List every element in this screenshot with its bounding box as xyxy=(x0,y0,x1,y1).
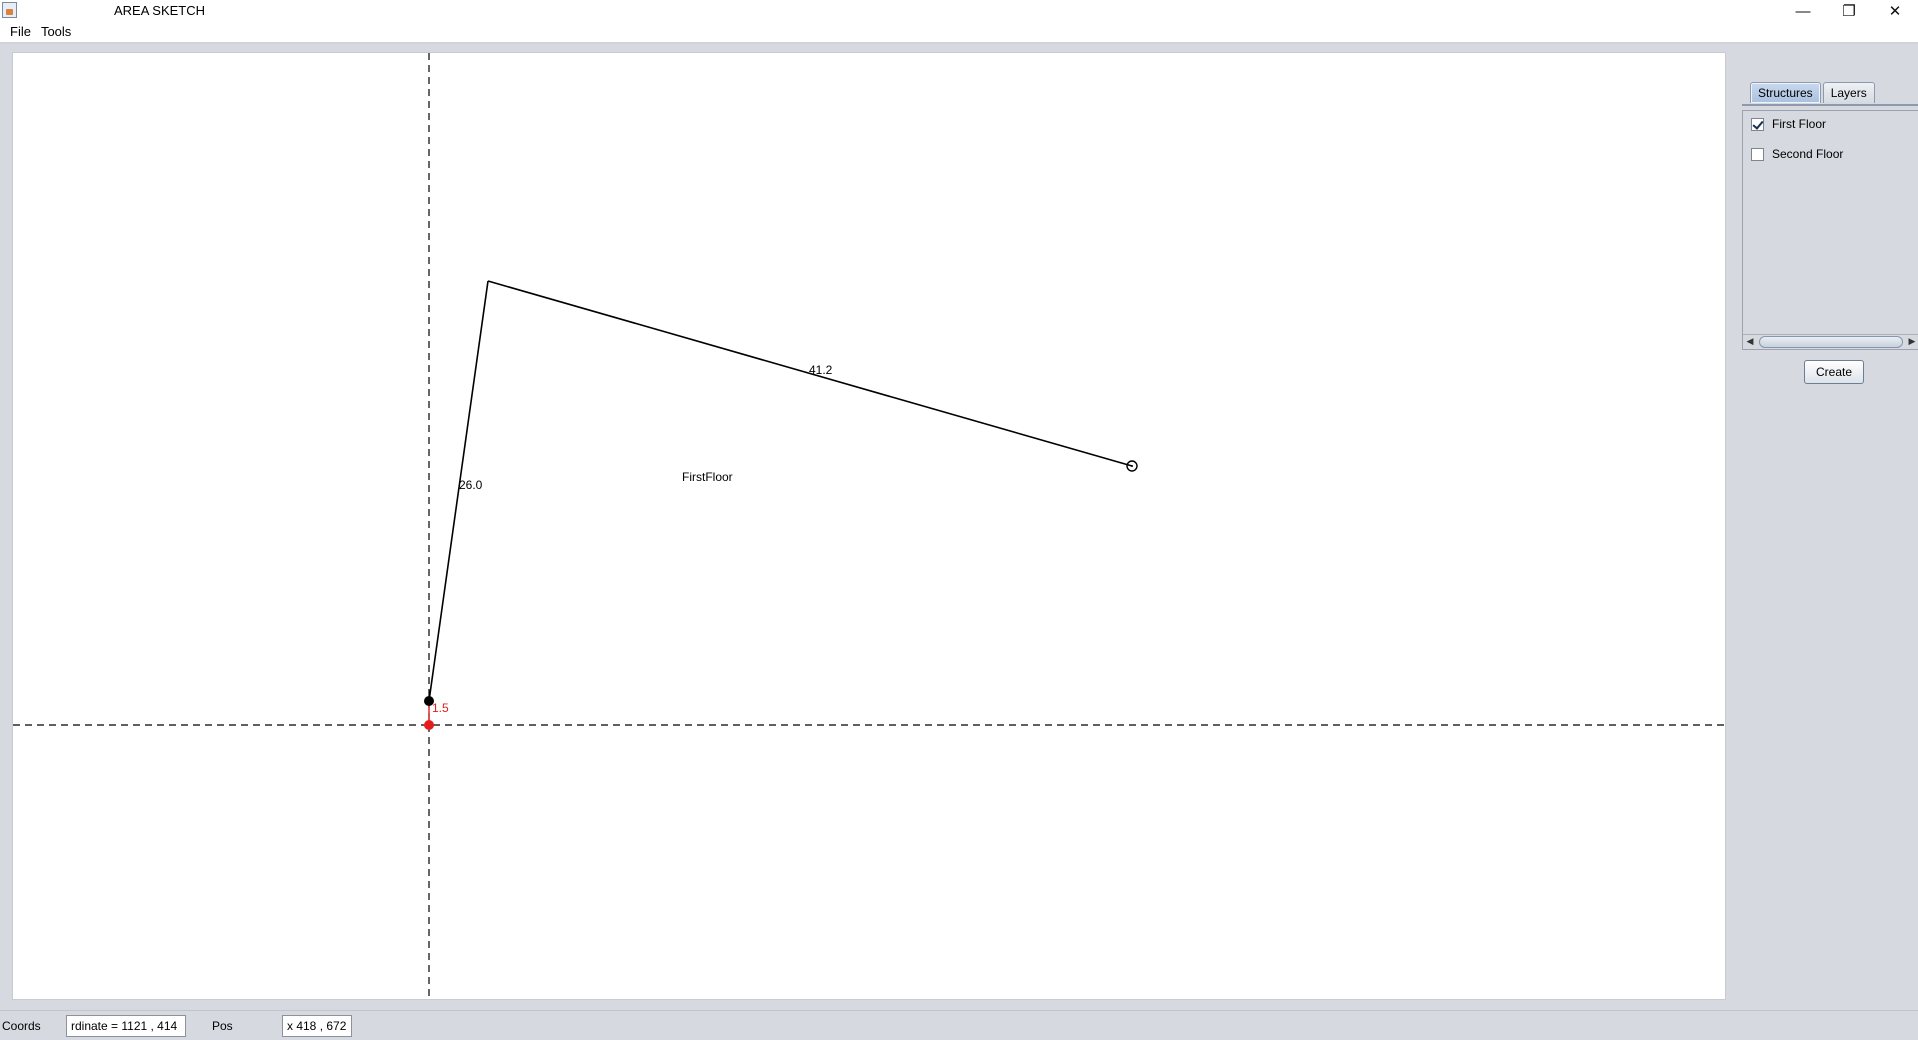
java-app-icon xyxy=(2,2,17,18)
panel-tabs: Structures Layers xyxy=(1750,82,1877,104)
structure-item-second-floor[interactable]: Second Floor xyxy=(1751,145,1843,163)
status-bar: Coords rdinate = 1121 , 414 Pos x 418 , … xyxy=(0,1010,1918,1040)
scroll-right-icon[interactable]: ▶ xyxy=(1905,335,1918,348)
create-button[interactable]: Create xyxy=(1804,360,1864,384)
tab-structures[interactable]: Structures xyxy=(1750,82,1821,103)
second-floor-checkbox[interactable] xyxy=(1751,147,1764,161)
scroll-left-icon[interactable]: ◀ xyxy=(1743,335,1757,348)
coords-label: Coords xyxy=(2,1019,41,1033)
sketch-svg xyxy=(13,53,1725,999)
structure-item-label: Second Floor xyxy=(1772,147,1844,161)
title-bar: AREA SKETCH — ❐ ✕ xyxy=(0,0,1918,22)
cursor-endpoint-center xyxy=(1131,465,1133,467)
structure-item-label: First Floor xyxy=(1772,117,1826,131)
horizontal-scrollbar[interactable]: ◀ ▶ xyxy=(1743,334,1918,349)
structure-item-first-floor[interactable]: First Floor xyxy=(1751,115,1826,133)
scroll-thumb[interactable] xyxy=(1759,336,1903,348)
close-button[interactable]: ✕ xyxy=(1872,0,1918,22)
menu-file[interactable]: File xyxy=(5,22,36,42)
sketch-canvas[interactable]: 26.0 41.2 1.5 FirstFloor xyxy=(12,52,1726,1000)
structure-name-label: FirstFloor xyxy=(682,470,733,484)
tab-layers[interactable]: Layers xyxy=(1822,82,1875,103)
minimize-button[interactable]: — xyxy=(1780,0,1826,22)
pos-label: Pos xyxy=(212,1019,233,1033)
menu-bar: File Tools xyxy=(0,22,1918,44)
side-panel: Structures Layers First Floor Second Flo… xyxy=(1736,52,1918,1010)
segment-length-label-1: 26.0 xyxy=(459,478,483,492)
first-floor-checkbox[interactable] xyxy=(1751,117,1764,131)
window-title: AREA SKETCH xyxy=(114,3,206,18)
restore-button[interactable]: ❐ xyxy=(1826,0,1872,22)
segment-length-label-2: 41.2 xyxy=(809,363,833,377)
origin-point[interactable] xyxy=(424,720,434,730)
coords-field[interactable]: rdinate = 1121 , 414 xyxy=(66,1015,186,1037)
menu-tools[interactable]: Tools xyxy=(36,22,76,42)
pos-field[interactable]: x 418 , 672 xyxy=(282,1015,352,1037)
tab-divider xyxy=(1742,104,1918,106)
structures-list[interactable]: First Floor Second Floor ◀ ▶ xyxy=(1742,110,1918,350)
segment-length-label-3: 1.5 xyxy=(432,701,449,715)
